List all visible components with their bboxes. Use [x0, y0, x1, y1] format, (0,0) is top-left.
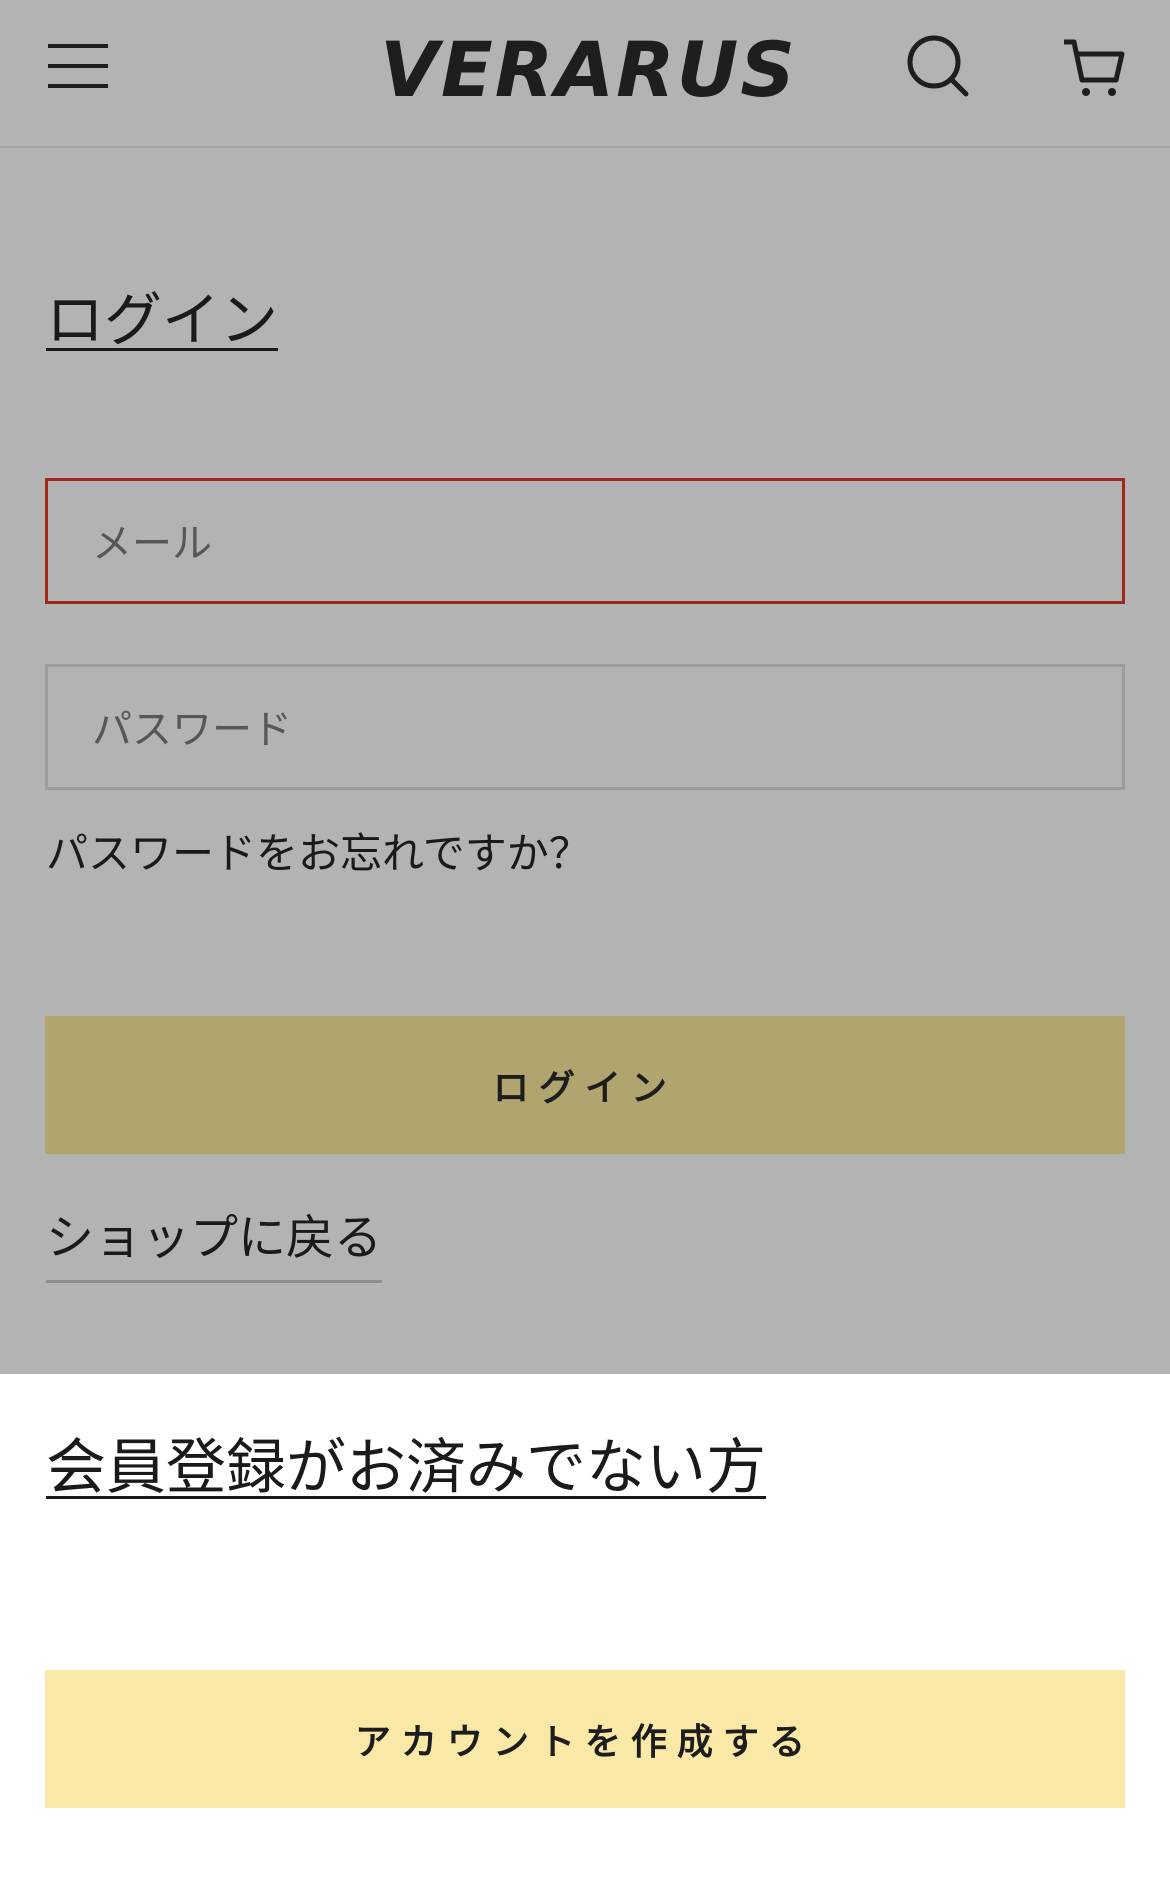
register-heading: 会員登録がお済みでない方	[46, 1433, 766, 1503]
login-section: ログイン メール パスワード パスワードをお忘れですか？ ログイン ショップに戻…	[0, 148, 1170, 1374]
create-account-button[interactable]: アカウントを作成する	[45, 1670, 1125, 1808]
back-to-shop-link[interactable]: ショップに戻る	[46, 1206, 383, 1283]
search-icon[interactable]	[902, 30, 972, 100]
cart-icon[interactable]	[1058, 32, 1128, 102]
forgot-password-link[interactable]: パスワードをお忘れですか？	[46, 826, 591, 882]
site-logo[interactable]: VERARUS	[380, 22, 795, 118]
password-placeholder: パスワード	[92, 707, 292, 753]
password-field[interactable]: パスワード	[45, 664, 1125, 790]
site-header: VERARUS	[0, 0, 1170, 148]
login-button[interactable]: ログイン	[45, 1016, 1125, 1154]
login-heading: ログイン	[46, 286, 279, 354]
hamburger-menu-icon[interactable]	[46, 40, 110, 92]
create-account-button-label: アカウントを作成する	[354, 1722, 815, 1763]
email-placeholder: メール	[92, 521, 212, 567]
email-field[interactable]: メール	[45, 478, 1125, 604]
login-button-label: ログイン	[492, 1068, 677, 1109]
page: VERARUS ログイン メール パスワード パスワードをお忘れですか？ ログイ…	[0, 0, 1170, 1881]
